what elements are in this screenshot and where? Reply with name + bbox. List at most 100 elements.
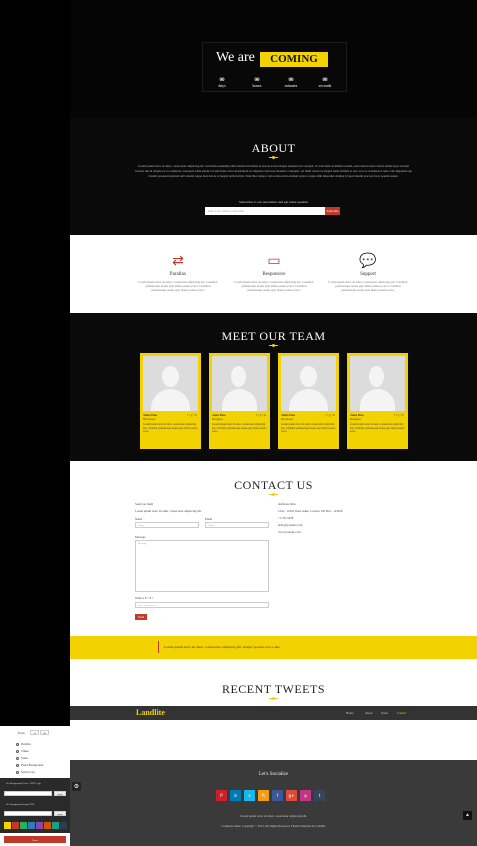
reset-button[interactable]: Reset <box>4 836 66 843</box>
member-bio: Lorem ipsum dolor sit amet, consectetur … <box>143 423 198 434</box>
instagram-icon[interactable]: ◎ <box>300 790 311 801</box>
font-label: Fonts <box>18 731 25 735</box>
feature-title: Parallax <box>169 272 187 277</box>
vimeo-icon[interactable]: v <box>244 790 255 801</box>
avatar <box>143 356 198 411</box>
tumblr-icon[interactable]: t <box>314 790 325 801</box>
page: We are COMING 00 days 00 hours 00 minutes 0… <box>70 0 477 846</box>
captcha-label: What is 6 + 8 ? <box>135 596 154 600</box>
member-social-icons[interactable]: f t g+ in <box>256 413 266 417</box>
features-section: ⇄ Parallax Lorem ipsum dolor sit amet, c… <box>70 235 477 313</box>
color-swatch[interactable] <box>52 822 59 829</box>
gear-icon[interactable]: ⚙ <box>72 782 81 791</box>
contact-section: CONTACT US Send us mail Lorem ipsum dolo… <box>70 461 477 636</box>
color-swatch[interactable] <box>36 822 43 829</box>
web-text[interactable]: www.yoursite.com <box>278 530 301 534</box>
title-divider <box>269 493 278 496</box>
avatar <box>350 356 405 411</box>
feature-desc: Lorem ipsum dolor sit amet, consectetur … <box>328 280 408 292</box>
subscribe-input[interactable]: enter your e-mail to subscribe <box>205 207 325 215</box>
title-divider <box>269 156 278 159</box>
send-button[interactable]: Send <box>135 614 147 620</box>
chat-icon: 💬 <box>359 253 377 269</box>
feature-desc: Lorem ipsum dolor sit amet, consectetur … <box>234 280 314 292</box>
team-card: Jane Doe f t g+ in Designer Lorem ipsum … <box>209 353 270 449</box>
option-solid-color[interactable]: Solid Color <box>16 770 35 774</box>
font-toggle-on[interactable]: Aa <box>30 730 39 735</box>
color-swatch[interactable] <box>44 822 51 829</box>
email-text[interactable]: hello@yoursite.com <box>278 523 302 527</box>
quote-text: Lorem ipsum dolor sit amet, consectetur … <box>158 641 281 653</box>
address-heading: Address Info <box>278 502 297 506</box>
radio-icon <box>16 756 19 760</box>
member-bio: Lorem ipsum dolor sit amet, consectetur … <box>350 423 405 434</box>
radio-icon <box>16 749 19 753</box>
radio-icon <box>16 770 19 774</box>
subscribe-label: Subscribe to our newsletter and get late… <box>238 200 309 204</box>
googleplus-icon[interactable]: g+ <box>286 790 297 801</box>
site-logo[interactable]: Landlite <box>136 708 165 717</box>
bg-color-input[interactable] <box>4 791 52 796</box>
font-toggle-off[interactable]: Off <box>40 730 49 735</box>
tweets-section: RECENT TWEETS <box>70 659 477 706</box>
option-video[interactable]: Video <box>16 756 28 760</box>
scroll-top-icon[interactable]: ▲ <box>463 811 472 820</box>
captcha-field[interactable]: Type your answer <box>135 602 269 608</box>
avatar <box>212 356 267 411</box>
color-swatch[interactable] <box>28 822 35 829</box>
shuffle-icon: ⇄ <box>172 253 184 269</box>
footer-tagline: Lorem ipsum dolor sit amet, consectetur … <box>240 814 307 818</box>
member-social-icons[interactable]: f t g+ in <box>394 413 404 417</box>
radio-icon <box>16 763 19 767</box>
style-switcher-panel: Fonts Aa Off Parallax Vimeo Video Fixed … <box>0 726 70 846</box>
name-label: Name <box>135 517 143 521</box>
team-card: Jane Doe f t g+ in Designer Lorem ipsum … <box>347 353 408 449</box>
member-bio: Lorem ipsum dolor sit amet, consectetur … <box>212 423 267 434</box>
color-swatch[interactable] <box>60 822 67 829</box>
send-mail-heading: Send us mail <box>135 502 154 506</box>
about-title: ABOUT <box>251 141 296 155</box>
facebook-icon[interactable]: f <box>272 790 283 801</box>
option-parallax[interactable]: Parallax <box>16 742 31 746</box>
nav-item-home[interactable]: Home <box>346 711 353 715</box>
option-fixed-background[interactable]: Fixed Background <box>16 763 43 767</box>
nav-bar <box>70 706 477 720</box>
pinterest-icon[interactable]: P <box>216 790 227 801</box>
color-swatch[interactable] <box>4 822 11 829</box>
linkedin-icon[interactable]: in <box>230 790 241 801</box>
contact-title: CONTACT US <box>234 478 313 492</box>
nav-item-team[interactable]: Team <box>381 711 388 715</box>
member-role: Developer <box>143 417 156 421</box>
hero-section: We are COMING 00 days 00 hours 00 minutes 0… <box>70 0 477 118</box>
message-field[interactable]: Message <box>135 540 269 592</box>
feature-responsive: ▭ Responsive Lorem ipsum dolor sit amet,… <box>234 253 314 292</box>
email-field[interactable]: Email <box>205 522 269 528</box>
footer-copyright: Company name. Copyright © 2013. All Righ… <box>221 824 326 828</box>
bg-image-input[interactable] <box>4 811 52 816</box>
timer-days: 00 days <box>218 78 226 88</box>
monitor-icon: ▭ <box>267 253 281 269</box>
nav-item-contact[interactable]: Contact <box>397 711 406 715</box>
apply-color-button[interactable]: apply <box>54 791 66 796</box>
color-swatch[interactable] <box>20 822 27 829</box>
bg-image-label: Set Background Image URL <box>6 803 35 806</box>
member-role: Developer <box>281 417 294 421</box>
feature-desc: Lorem ipsum dolor sit amet, consectetur … <box>138 280 218 292</box>
member-social-icons[interactable]: f t g+ in <box>187 413 197 417</box>
title-divider <box>269 697 278 700</box>
color-swatch[interactable] <box>12 822 19 829</box>
subscribe-button[interactable]: Subscribe <box>325 207 340 215</box>
tweets-title: RECENT TWEETS <box>221 682 326 696</box>
email-label: Email <box>205 517 213 521</box>
bg-color-label: Set Background Color / HEX / rgb <box>6 782 41 785</box>
nav-item-about[interactable]: About <box>365 711 373 715</box>
apply-image-button[interactable]: apply <box>54 811 66 816</box>
feature-parallax: ⇄ Parallax Lorem ipsum dolor sit amet, c… <box>138 253 218 292</box>
timer-minutes: 00 minutes <box>284 78 298 88</box>
rss-icon[interactable]: R <box>258 790 269 801</box>
option-vimeo[interactable]: Vimeo <box>16 749 29 753</box>
name-field[interactable]: Name <box>135 522 199 528</box>
avatar <box>281 356 336 411</box>
member-role: Designer <box>350 417 361 421</box>
member-social-icons[interactable]: f t g+ in <box>325 413 335 417</box>
